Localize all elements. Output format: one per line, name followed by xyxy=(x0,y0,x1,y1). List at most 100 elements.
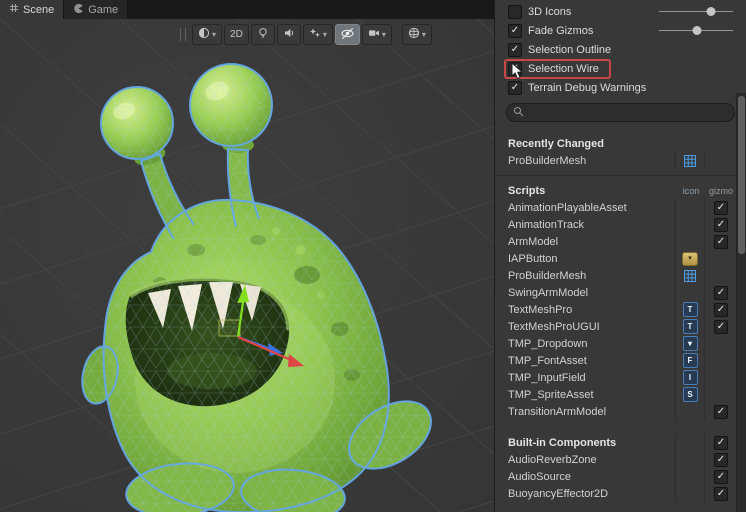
toggle-slider[interactable] xyxy=(659,26,733,35)
gizmo-cell: ✓ xyxy=(704,301,737,318)
gizmos-dropdown-panel: 3D Icons ✓ Fade Gizmos ✓ Selection Outline ✓ S… xyxy=(494,0,746,512)
tmp-asset-icon: ▾ xyxy=(682,336,698,351)
list-item-TextMeshPro[interactable]: TextMeshPro T ✓ xyxy=(495,301,737,318)
gizmo-cell xyxy=(704,152,737,169)
dropdown-caret-icon: ▾ xyxy=(421,29,426,39)
list-item-ProBuilderMesh[interactable]: ProBuilderMesh xyxy=(495,152,737,169)
tab-game[interactable]: Game xyxy=(64,0,129,19)
item-name: TMP_InputField xyxy=(508,371,586,384)
list-item-TMP_FontAsset[interactable]: TMP_FontAsset F xyxy=(495,352,737,369)
icon-cell xyxy=(675,267,704,284)
list-item-AudioReverbZone[interactable]: AudioReverbZone ✓ xyxy=(495,451,737,468)
dropdown-caret-icon: ▾ xyxy=(322,29,327,39)
gizmo-cell xyxy=(704,369,737,386)
tmp-asset-icon: I xyxy=(682,370,698,385)
eye-slash-icon xyxy=(341,27,354,43)
item-name: SwingArmModel xyxy=(508,286,589,299)
scene-grid-icon xyxy=(9,3,19,16)
toggle-wrap: ✓ Selection Outline xyxy=(508,42,611,57)
toggle-slider[interactable] xyxy=(659,7,733,16)
tmp-asset-icon: F xyxy=(682,353,698,368)
recently-changed-header: Recently Changed xyxy=(508,137,604,150)
gizmo-checkbox[interactable]: ✓ xyxy=(714,469,728,484)
list-item-TMP_InputField[interactable]: TMP_InputField I xyxy=(495,369,737,386)
gizmo-checkbox[interactable]: ✓ xyxy=(714,302,728,317)
toggle-selection-outline[interactable]: ✓ Selection Outline xyxy=(495,40,746,59)
gizmo-checkbox[interactable]: ✓ xyxy=(714,217,728,232)
gizmo-checkbox[interactable]: ✓ xyxy=(714,486,728,501)
icon-cell: ▾ xyxy=(675,335,704,352)
camera-menu-button[interactable]: ▾ xyxy=(361,24,392,45)
scene-3d-render xyxy=(0,19,494,512)
scrollbar[interactable] xyxy=(736,93,746,512)
search-field[interactable] xyxy=(506,103,735,122)
slider-knob[interactable] xyxy=(706,7,716,16)
list-item-BuoyancyEffector2D[interactable]: BuoyancyEffector2D ✓ xyxy=(495,485,737,502)
icon-cell xyxy=(675,485,704,502)
list-item-AnimationTrack[interactable]: AnimationTrack ✓ xyxy=(495,216,737,233)
toggle-checkbox[interactable] xyxy=(508,4,522,19)
builtin-items: AudioReverbZone ✓ AudioSource ✓ BuoyancyEffe… xyxy=(495,451,737,502)
builtin-components-header: Built-in Components xyxy=(508,436,617,449)
shading-mode-button[interactable]: ▾ xyxy=(192,24,223,45)
toggle-wrap: 3D Icons xyxy=(508,4,572,19)
unity-editor: Scene Game ▾ 2D ▾ ▾ ▾ 3D Icons ✓ Fade Gi… xyxy=(0,0,746,512)
toggle-label: Selection Wire xyxy=(528,62,599,75)
slider-knob[interactable] xyxy=(692,26,702,35)
toggle-checkbox[interactable]: ✓ xyxy=(508,61,522,76)
list-item-ProBuilderMesh[interactable]: ProBuilderMesh xyxy=(495,267,737,284)
visibility-toggle-button[interactable] xyxy=(334,24,360,45)
icon-cell xyxy=(675,403,704,420)
list-item-TMP_SpriteAsset[interactable]: TMP_SpriteAsset S xyxy=(495,386,737,403)
builtin-gizmo-checkbox[interactable]: ✓ xyxy=(714,435,728,450)
toggle-terrain-debug-warnings[interactable]: ✓ Terrain Debug Warnings xyxy=(495,78,746,97)
toggle-selection-wire[interactable]: ✓ Selection Wire xyxy=(495,58,746,79)
effects-toggle-button[interactable]: ▾ xyxy=(302,24,333,45)
toolbar-grip-handle[interactable] xyxy=(180,28,186,41)
script-items: AnimationPlayableAsset ✓ AnimationTrack ✓ Ar… xyxy=(495,199,737,420)
list-item-IAPButton[interactable]: IAPButton ▾ xyxy=(495,250,737,267)
gizmo-checkbox[interactable]: ✓ xyxy=(714,404,728,419)
scripts-header: Scripts xyxy=(508,184,546,197)
toggle-wrap: ✓ Fade Gizmos xyxy=(508,23,593,38)
gizmo-checkbox[interactable]: ✓ xyxy=(714,285,728,300)
tab-scene-label: Scene xyxy=(23,3,55,16)
icon-cell xyxy=(675,468,704,485)
icon-cell: F xyxy=(675,352,704,369)
toggle-checkbox[interactable]: ✓ xyxy=(508,80,522,95)
toggle-checkbox[interactable]: ✓ xyxy=(508,42,522,57)
list-item-ArmModel[interactable]: ArmModel ✓ xyxy=(495,233,737,250)
gizmo-column-label: gizmo xyxy=(708,185,733,196)
lighting-toggle-button[interactable] xyxy=(250,24,275,45)
toggle-checkbox[interactable]: ✓ xyxy=(508,23,522,38)
toggle-label: 3D Icons xyxy=(528,5,572,18)
gizmo-plane-handle[interactable] xyxy=(218,319,241,337)
icon-column-label: icon xyxy=(682,185,700,196)
list-item-TransitionArmModel[interactable]: TransitionArmModel ✓ xyxy=(495,403,737,420)
scrollbar-thumb[interactable] xyxy=(738,96,745,254)
gizmo-checkbox[interactable]: ✓ xyxy=(714,452,728,467)
scripts-header-row: Scripts icon gizmo xyxy=(495,182,737,199)
2d-toggle-button[interactable]: 2D xyxy=(224,24,249,45)
tab-scene[interactable]: Scene xyxy=(0,0,65,19)
gizmo-checkbox[interactable]: ✓ xyxy=(714,234,728,249)
toggle-3d-icons[interactable]: 3D Icons xyxy=(495,2,746,21)
gizmo-checkbox[interactable]: ✓ xyxy=(714,319,728,334)
list-item-TMP_Dropdown[interactable]: TMP_Dropdown ▾ xyxy=(495,335,737,352)
dropdown-caret-icon: ▾ xyxy=(212,29,217,39)
icon-cell xyxy=(675,451,704,468)
list-item-SwingArmModel[interactable]: SwingArmModel ✓ xyxy=(495,284,737,301)
gizmo-cell: ✓ xyxy=(704,434,737,451)
gizmo-checkbox[interactable]: ✓ xyxy=(714,200,728,215)
toggle-fade-gizmos[interactable]: ✓ Fade Gizmos xyxy=(495,21,746,40)
list-item-TextMeshProUGUI[interactable]: TextMeshProUGUI T ✓ xyxy=(495,318,737,335)
search-input[interactable] xyxy=(528,105,728,120)
list-item-AnimationPlayableAsset[interactable]: AnimationPlayableAsset ✓ xyxy=(495,199,737,216)
scene-viewport[interactable]: ▾ 2D ▾ ▾ ▾ xyxy=(0,19,494,512)
gizmos-menu-button[interactable]: ▾ xyxy=(401,24,432,45)
icon-cell xyxy=(675,233,704,250)
item-name: TransitionArmModel xyxy=(508,405,607,418)
audio-toggle-button[interactable] xyxy=(276,24,301,45)
list-item-AudioSource[interactable]: AudioSource ✓ xyxy=(495,468,737,485)
gizmo-cell xyxy=(704,267,737,284)
